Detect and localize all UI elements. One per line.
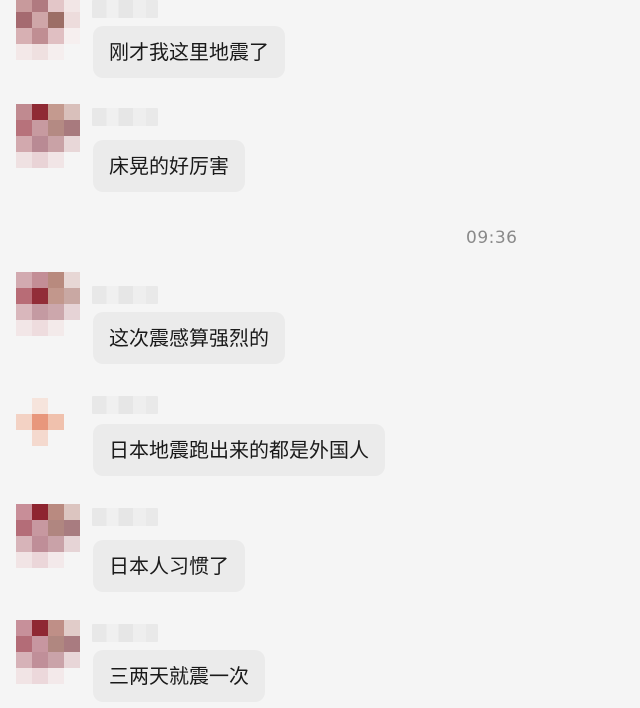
message-bubble[interactable]: 日本地震跑出来的都是外国人 [93,424,385,476]
message-text: 日本地震跑出来的都是外国人 [109,438,369,462]
message-text: 三两天就震一次 [109,664,249,688]
message-bubble[interactable]: 床晃的好厉害 [93,140,245,192]
sender-name [92,396,158,414]
message-bubble[interactable]: 三两天就震一次 [93,650,265,702]
message-text: 日本人习惯了 [109,554,229,578]
message-bubble[interactable]: 这次震感算强烈的 [93,312,285,364]
sender-name [92,0,158,18]
message-text: 床晃的好厉害 [109,154,229,178]
avatar[interactable] [16,398,80,462]
timestamp: 09:36 [466,228,518,248]
avatar[interactable] [16,504,80,568]
avatar[interactable] [16,272,80,336]
avatar[interactable] [16,620,80,684]
sender-name [92,624,158,642]
sender-name [92,508,158,526]
message-bubble[interactable]: 刚才我这里地震了 [93,26,285,78]
message-bubble[interactable]: 日本人习惯了 [93,540,245,592]
message-text: 刚才我这里地震了 [109,40,269,64]
sender-name [92,286,158,304]
message-text: 这次震感算强烈的 [109,326,269,350]
avatar[interactable] [16,104,80,168]
avatar[interactable] [16,0,80,60]
sender-name [92,108,158,126]
